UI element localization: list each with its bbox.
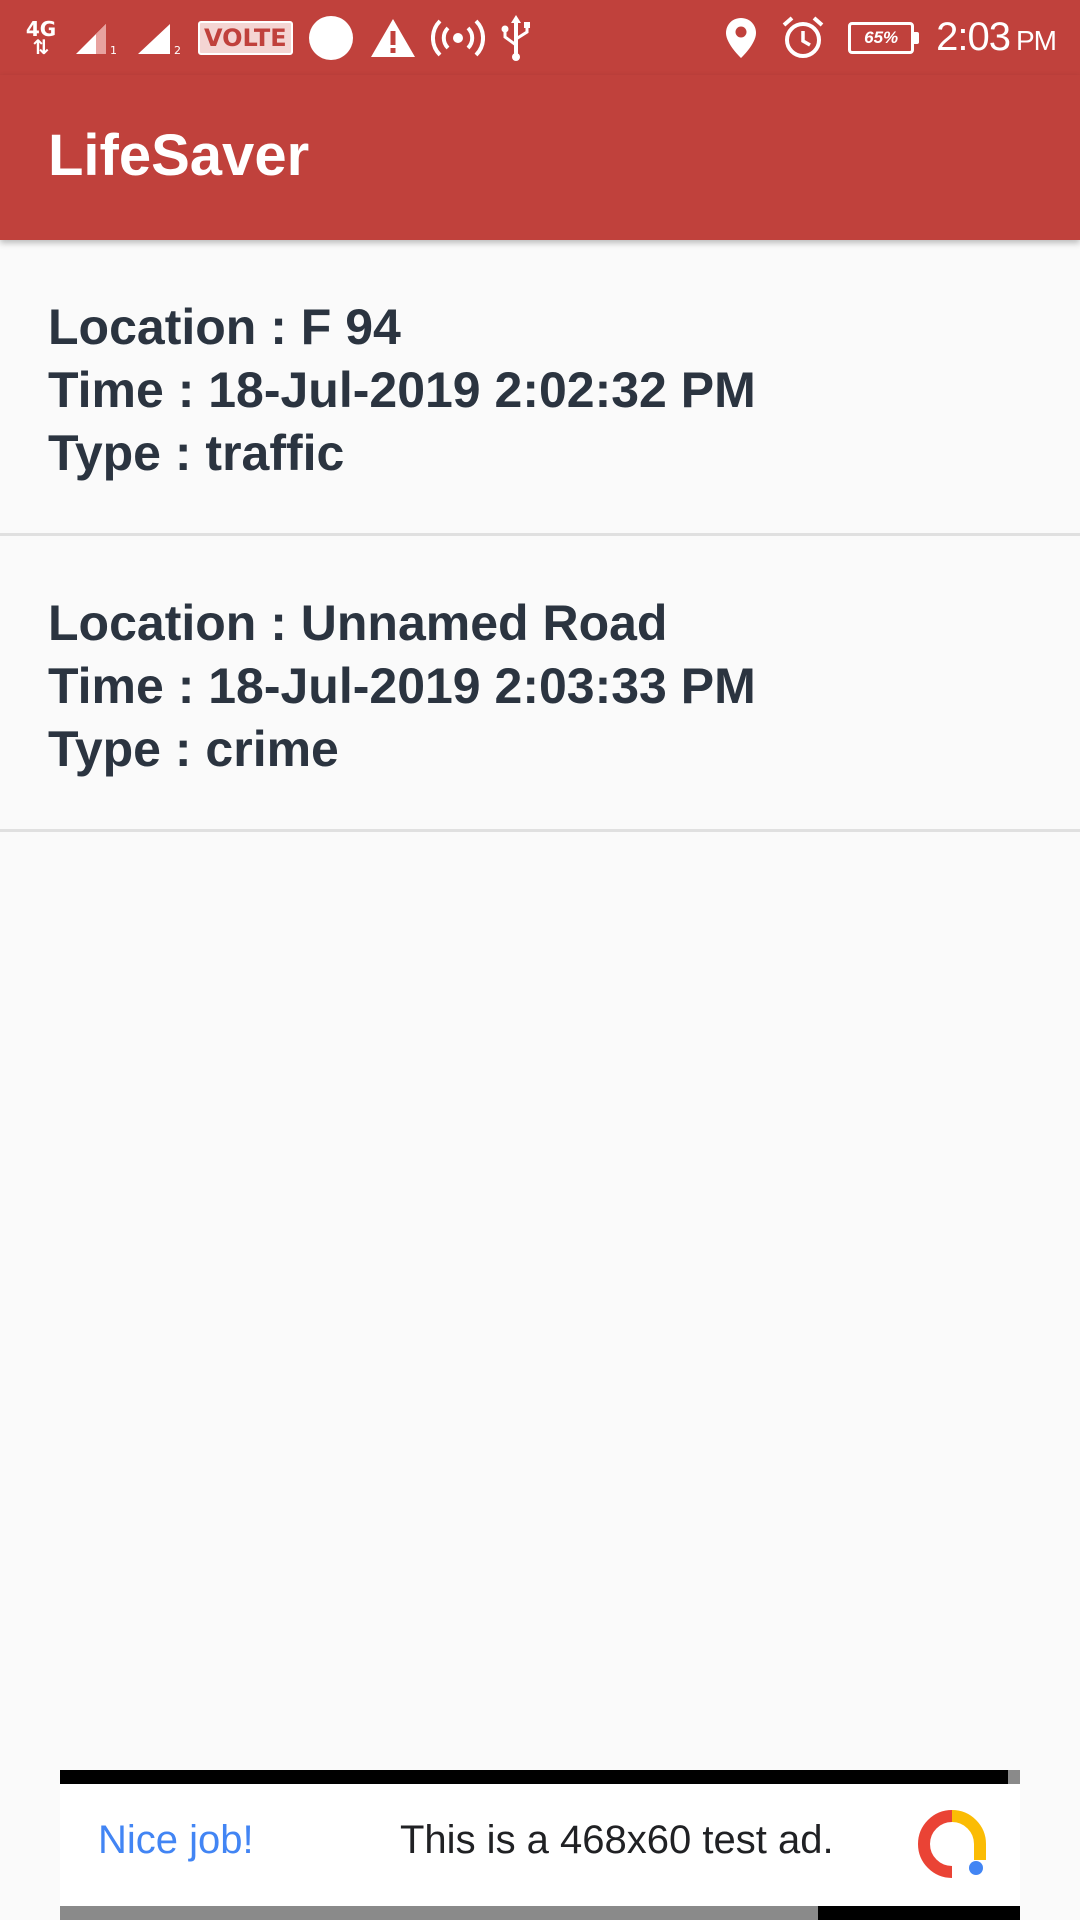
volte-label: VOLTE [204,23,287,52]
signal-sim2-icon: 2 [134,20,184,56]
status-bar: 4G ⇅ 1 2 VOLTE 65% 2:03 PM [0,0,1080,75]
status-bar-left: 4G ⇅ 1 2 VOLTE [24,0,533,75]
clock-ampm: PM [1016,25,1057,56]
incident-list-item[interactable]: Location : Unnamed Road Time : 18-Jul-20… [0,536,1080,832]
warning-icon [369,17,417,59]
incident-list-item[interactable]: Location : F 94 Time : 18-Jul-2019 2:02:… [0,240,1080,536]
volte-icon: VOLTE [198,20,293,55]
ad-text[interactable]: This is a 468x60 test ad. [400,1818,834,1863]
incident-location: Location : Unnamed Road [48,595,668,651]
hotspot-icon [430,18,485,58]
circle-notification-icon [307,14,355,62]
incident-time: Time : 18-Jul-2019 2:02:32 PM [48,362,756,418]
status-clock: 2:03 PM [936,15,1057,60]
status-bar-right: 65% 2:03 PM [724,0,1057,75]
network-type-label: 4G [25,16,57,41]
usb-icon [499,14,533,61]
app-bar: LifeSaver [0,75,1080,240]
incident-type: Type : traffic [48,425,345,481]
incident-type: Type : crime [48,721,339,777]
incident-time: Time : 18-Jul-2019 2:03:33 PM [48,658,756,714]
clock-time: 2:03 [936,15,1011,59]
alarm-icon [780,15,826,61]
ad-logo-icon[interactable] [918,1810,986,1878]
signal-sim1-icon: 1 [72,20,120,56]
sim2-label: 2 [174,44,181,56]
network-4g-icon: 4G ⇅ [25,16,57,59]
ad-banner[interactable]: Nice job! This is a 468x60 test ad. [60,1770,1020,1920]
ad-headline[interactable]: Nice job! [98,1818,254,1863]
battery-percent: 65% [864,27,899,47]
sim1-label: 1 [110,44,117,56]
battery-icon: 65% [848,21,920,54]
ad-bottom-border [60,1906,1020,1920]
incident-list: Location : F 94 Time : 18-Jul-2019 2:02:… [0,240,1080,832]
ad-top-border [60,1770,1020,1784]
location-icon [724,16,758,60]
incident-location: Location : F 94 [48,299,401,355]
ad-body[interactable]: Nice job! This is a 468x60 test ad. [60,1784,1020,1906]
app-title: LifeSaver [48,123,310,188]
